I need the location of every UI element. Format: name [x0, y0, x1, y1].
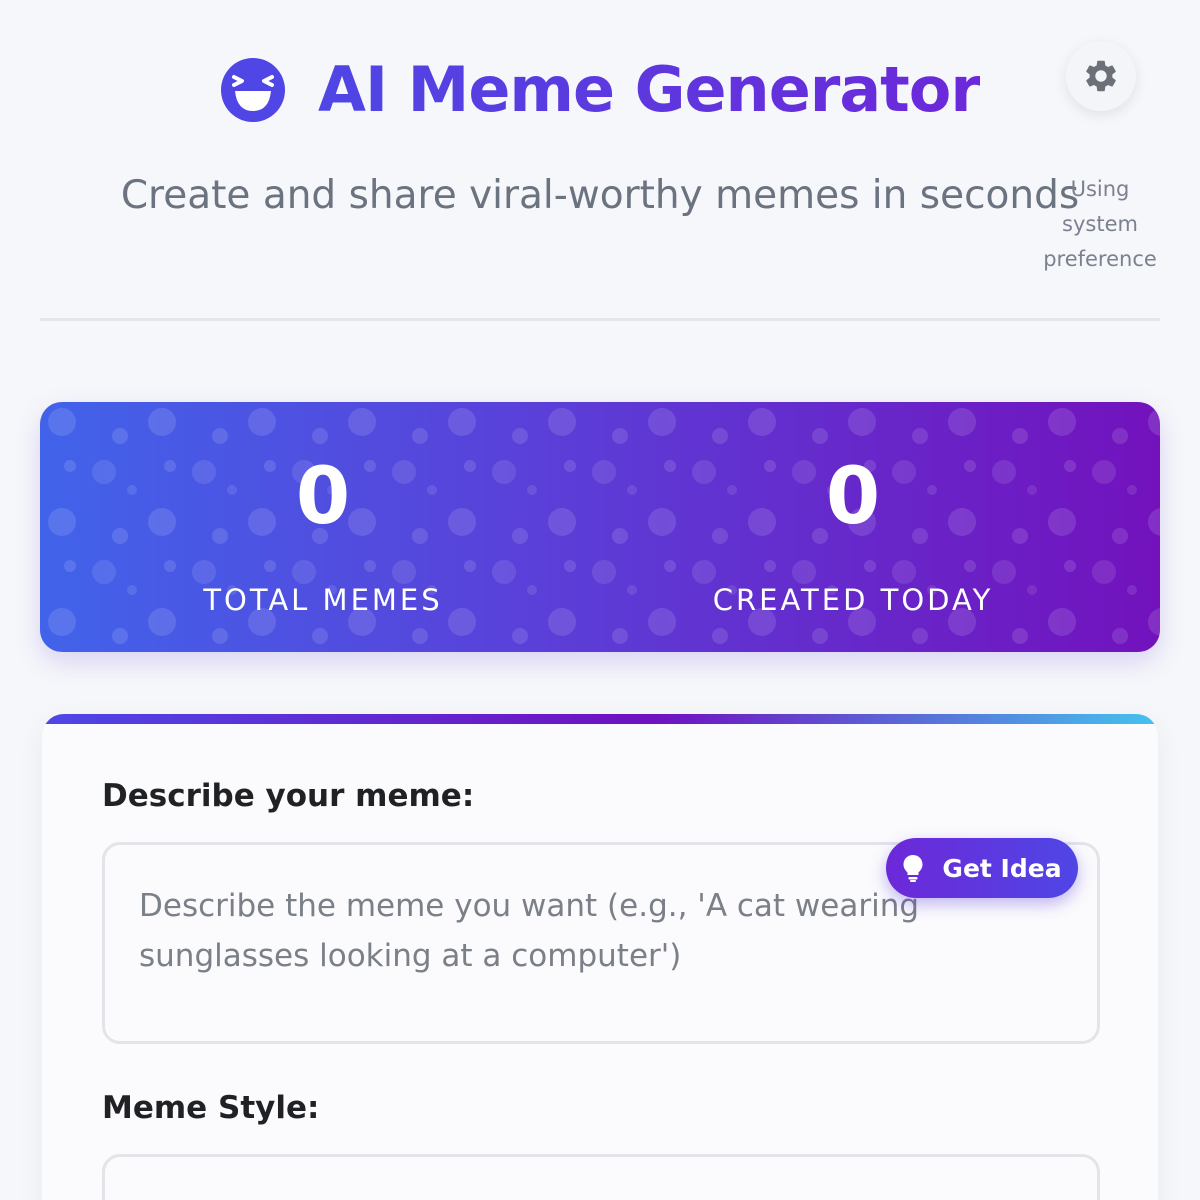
total-memes-stat: 0 TOTAL MEMES	[123, 442, 523, 620]
get-idea-label: Get Idea	[942, 853, 1062, 883]
meme-style-select[interactable]	[102, 1154, 1100, 1200]
app-subtitle: Create and share viral-worthy memes in s…	[120, 173, 1080, 218]
meme-description-placeholder: Describe the meme you want (e.g., 'A cat…	[139, 888, 920, 974]
meme-form-card: Describe your meme: Describe the meme yo…	[42, 714, 1158, 1200]
describe-label: Describe your meme:	[102, 778, 475, 814]
laughing-face-icon	[221, 58, 285, 122]
created-today-stat: 0 CREATED TODAY	[653, 442, 1053, 620]
page: AI Meme Generator Create and share viral…	[0, 0, 1200, 1200]
total-memes-value: 0	[295, 452, 351, 542]
lightbulb-icon	[903, 855, 923, 882]
created-today-label: CREATED TODAY	[712, 583, 994, 617]
get-idea-button[interactable]: Get Idea	[886, 838, 1078, 898]
total-memes-label: TOTAL MEMES	[203, 583, 443, 617]
header-divider	[40, 318, 1160, 321]
app-title: AI Meme Generator	[318, 50, 981, 130]
gear-icon	[1086, 60, 1116, 92]
stats-banner: 0 TOTAL MEMES 0 CREATED TODAY	[40, 402, 1160, 652]
settings-button[interactable]	[1066, 41, 1136, 111]
meme-style-label: Meme Style:	[102, 1090, 320, 1126]
theme-preference-note: Using system preference	[1043, 177, 1157, 271]
app-header: AI Meme Generator	[0, 50, 1200, 130]
card-accent-bar	[42, 714, 1158, 724]
created-today-value: 0	[825, 452, 881, 542]
